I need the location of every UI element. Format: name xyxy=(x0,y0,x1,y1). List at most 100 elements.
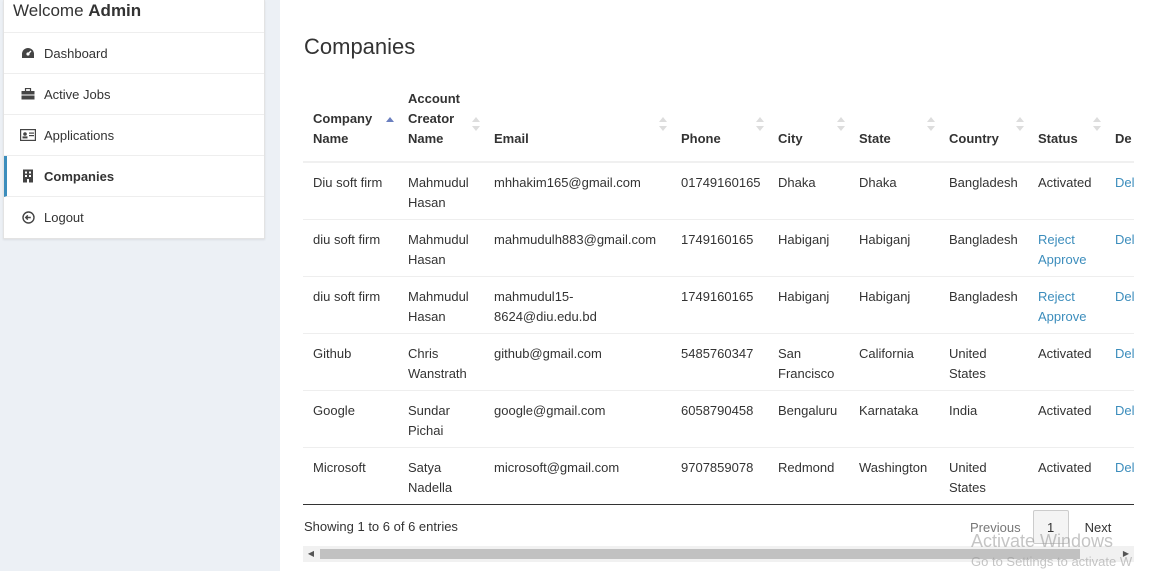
cell-country: United States xyxy=(939,333,1028,391)
cell-country: India xyxy=(939,390,1028,448)
cell-delete: Del xyxy=(1105,447,1134,505)
sort-both-icon xyxy=(837,117,845,131)
cell-email: mhhakim165@gmail.com xyxy=(484,161,671,220)
approve-link[interactable]: Approve xyxy=(1038,307,1095,327)
column-header-delete[interactable]: De xyxy=(1105,86,1134,163)
companies-table: Company Name Account Creator Name Email … xyxy=(303,86,1134,505)
sort-both-icon xyxy=(472,117,480,131)
building-icon xyxy=(20,169,36,183)
sidebar-item-active-jobs[interactable]: Active Jobs xyxy=(4,74,264,115)
cell-country: United States xyxy=(939,447,1028,505)
delete-link[interactable]: Del xyxy=(1115,230,1134,250)
column-header-email[interactable]: Email xyxy=(484,86,671,163)
reject-link[interactable]: Reject xyxy=(1038,287,1095,307)
cell-email: mahmudul15-8624@diu.edu.bd xyxy=(484,276,671,334)
cell-state: Karnataka xyxy=(849,390,939,448)
cell-creator: Mahmudul Hasan xyxy=(398,161,484,220)
column-header-city[interactable]: City xyxy=(768,86,849,163)
cell-delete: Del xyxy=(1105,390,1134,448)
sidebar-panel: Welcome Admin Dashboard Active Jobs Appl… xyxy=(3,0,265,239)
pagination-previous[interactable]: Previous xyxy=(960,520,1031,535)
cell-state: California xyxy=(849,333,939,391)
cell-email: github@gmail.com xyxy=(484,333,671,391)
cell-company: Google xyxy=(303,390,398,448)
sidebar-item-applications[interactable]: Applications xyxy=(4,115,264,156)
table-header-row: Company Name Account Creator Name Email … xyxy=(303,86,1134,163)
id-card-icon xyxy=(20,128,36,142)
cell-city: San Francisco xyxy=(768,333,849,391)
sort-asc-icon xyxy=(386,117,394,122)
column-header-state[interactable]: State xyxy=(849,86,939,163)
cell-country: Bangladesh xyxy=(939,161,1028,220)
cell-company: diu soft firm xyxy=(303,276,398,334)
cell-phone: 1749160165 xyxy=(671,219,768,277)
sidebar: Welcome Admin Dashboard Active Jobs Appl… xyxy=(0,0,280,571)
cell-delete: Del xyxy=(1105,161,1134,220)
table-row: Github Chris Wanstrath github@gmail.com … xyxy=(303,333,1134,391)
sidebar-item-dashboard[interactable]: Dashboard xyxy=(4,33,264,74)
sidebar-item-label: Companies xyxy=(44,168,115,184)
cell-city: Dhaka xyxy=(768,161,849,220)
delete-link[interactable]: Del xyxy=(1115,287,1134,307)
cell-phone: 01749160165 xyxy=(671,161,768,220)
cell-status: Reject Approve xyxy=(1028,276,1105,334)
pagination: Previous 1 Next xyxy=(960,510,1125,544)
cell-city: Bengaluru xyxy=(768,390,849,448)
cell-creator: Satya Nadella xyxy=(398,447,484,505)
delete-link[interactable]: Del xyxy=(1115,173,1134,193)
delete-link[interactable]: Del xyxy=(1115,344,1134,364)
sort-both-icon xyxy=(1093,117,1101,131)
cell-phone: 6058790458 xyxy=(671,390,768,448)
pagination-page-1[interactable]: 1 xyxy=(1032,510,1069,544)
column-header-country[interactable]: Country xyxy=(939,86,1028,163)
cell-company: Microsoft xyxy=(303,447,398,505)
cell-state: Dhaka xyxy=(849,161,939,220)
sidebar-item-logout[interactable]: Logout xyxy=(4,197,264,238)
sidebar-item-companies[interactable]: Companies xyxy=(4,156,264,197)
delete-link[interactable]: Del xyxy=(1115,401,1134,421)
pagination-next[interactable]: Next xyxy=(1069,520,1126,535)
cell-company: Github xyxy=(303,333,398,391)
page-title: Companies xyxy=(304,34,416,59)
cell-creator: Sundar Pichai xyxy=(398,390,484,448)
main-content: Companies Company Name Account Creator N… xyxy=(280,0,1157,571)
cell-phone: 9707859078 xyxy=(671,447,768,505)
cell-company: Diu soft firm xyxy=(303,161,398,220)
table-row: Diu soft firm Mahmudul Hasan mhhakim165@… xyxy=(303,161,1134,220)
scroll-left-icon[interactable]: ◀ xyxy=(306,549,316,559)
cell-status: Activated xyxy=(1028,447,1105,505)
sidebar-item-label: Active Jobs xyxy=(44,86,111,102)
approve-link[interactable]: Approve xyxy=(1038,250,1095,270)
briefcase-icon xyxy=(20,87,36,101)
cell-city: Redmond xyxy=(768,447,849,505)
logout-icon xyxy=(20,211,36,225)
column-header-account-creator[interactable]: Account Creator Name xyxy=(398,86,484,163)
sort-both-icon xyxy=(659,117,667,131)
welcome-prefix: Welcome xyxy=(13,1,84,20)
cell-status: Activated xyxy=(1028,390,1105,448)
cell-creator: Mahmudul Hasan xyxy=(398,219,484,277)
sort-both-icon xyxy=(927,117,935,131)
cell-status: Activated xyxy=(1028,333,1105,391)
column-header-status[interactable]: Status xyxy=(1028,86,1105,163)
cell-state: Habiganj xyxy=(849,219,939,277)
horizontal-scrollbar[interactable]: ◀ ▶ xyxy=(303,546,1134,562)
column-header-phone[interactable]: Phone xyxy=(671,86,768,163)
reject-link[interactable]: Reject xyxy=(1038,230,1095,250)
companies-table-wrapper: Company Name Account Creator Name Email … xyxy=(303,86,1134,506)
cell-creator: Mahmudul Hasan xyxy=(398,276,484,334)
cell-country: Bangladesh xyxy=(939,276,1028,334)
welcome-user: Admin xyxy=(88,1,142,20)
cell-phone: 1749160165 xyxy=(671,276,768,334)
welcome-banner: Welcome Admin xyxy=(4,0,264,33)
scroll-right-icon[interactable]: ▶ xyxy=(1121,549,1131,559)
delete-link[interactable]: Del xyxy=(1115,458,1134,478)
cell-email: microsoft@gmail.com xyxy=(484,447,671,505)
dashboard-icon xyxy=(20,46,36,60)
sidebar-item-label: Logout xyxy=(44,210,84,225)
column-header-company-name[interactable]: Company Name xyxy=(303,86,398,163)
cell-delete: Del xyxy=(1105,333,1134,391)
scrollbar-thumb[interactable] xyxy=(320,549,1080,559)
sort-both-icon xyxy=(756,117,764,131)
cell-state: Habiganj xyxy=(849,276,939,334)
